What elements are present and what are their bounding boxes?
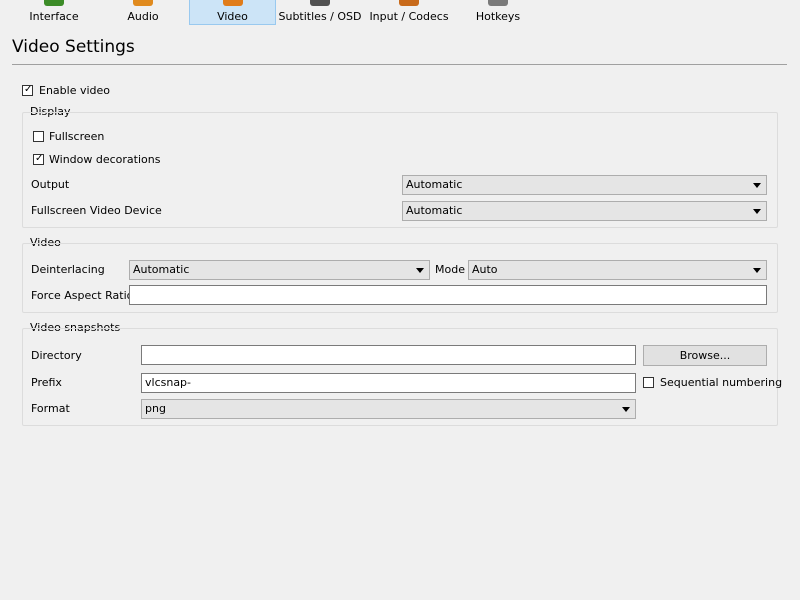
- sequential-numbering-checkbox[interactable]: [643, 377, 654, 388]
- sequential-numbering-label: Sequential numbering: [660, 376, 783, 389]
- fullscreen-label: Fullscreen: [49, 130, 105, 143]
- aspect-ratio-input[interactable]: [129, 285, 767, 305]
- tab-audio[interactable]: Audio: [100, 0, 186, 25]
- category-toolbar: Interface Audio Video Subtitles / OSD In…: [0, 0, 800, 26]
- aspect-ratio-label: Force Aspect Ratio: [31, 289, 134, 302]
- output-select[interactable]: Automatic: [402, 175, 767, 195]
- enable-video-checkbox[interactable]: ✓: [22, 85, 33, 96]
- page-title: Video Settings: [12, 37, 135, 57]
- tab-hotkeys[interactable]: Hotkeys: [456, 0, 540, 25]
- checkmark-icon: ✓: [35, 153, 44, 164]
- prefix-value: vlcsnap-: [145, 376, 192, 389]
- interface-icon: [44, 0, 64, 6]
- format-label: Format: [31, 402, 70, 415]
- output-value: Automatic: [406, 178, 463, 191]
- tab-video[interactable]: Video: [189, 0, 276, 25]
- mode-label: Mode: [435, 263, 465, 276]
- deinterlacing-label: Deinterlacing: [31, 263, 105, 276]
- input-codecs-icon: [399, 0, 419, 6]
- browse-button[interactable]: Browse...: [643, 345, 767, 366]
- deinterlacing-value: Automatic: [133, 263, 190, 276]
- directory-input[interactable]: [141, 345, 636, 365]
- chevron-down-icon: [622, 407, 630, 412]
- format-select[interactable]: png: [141, 399, 636, 419]
- tab-interface[interactable]: Interface: [10, 0, 98, 25]
- directory-label: Directory: [31, 349, 82, 362]
- hotkeys-icon: [488, 0, 508, 6]
- tab-label: Video: [217, 10, 248, 23]
- fullscreen-checkbox[interactable]: [33, 131, 44, 142]
- fullscreen-device-label: Fullscreen Video Device: [31, 204, 162, 217]
- tab-label: Audio: [127, 10, 159, 23]
- tab-label: Interface: [29, 10, 79, 23]
- subtitles-icon: [310, 0, 330, 6]
- mode-value: Auto: [472, 263, 498, 276]
- tab-label: Hotkeys: [475, 10, 521, 23]
- chevron-down-icon: [753, 183, 761, 188]
- deinterlacing-select[interactable]: Automatic: [129, 260, 430, 280]
- window-decorations-label: Window decorations: [49, 153, 161, 166]
- mode-select[interactable]: Auto: [468, 260, 767, 280]
- window-decorations-checkbox[interactable]: ✓: [33, 154, 44, 165]
- audio-icon: [133, 0, 153, 6]
- video-icon: [222, 0, 243, 6]
- tab-label: Input / Codecs: [369, 10, 449, 23]
- format-value: png: [145, 402, 166, 415]
- tab-label: Subtitles / OSD: [278, 10, 362, 23]
- enable-video-label: Enable video: [39, 84, 111, 97]
- prefix-input[interactable]: vlcsnap-: [141, 373, 636, 393]
- tab-subtitles-osd[interactable]: Subtitles / OSD: [278, 0, 362, 25]
- checkmark-icon: ✓: [24, 84, 33, 95]
- fullscreen-device-select[interactable]: Automatic: [402, 201, 767, 221]
- tab-input-codecs[interactable]: Input / Codecs: [364, 0, 454, 25]
- fullscreen-device-value: Automatic: [406, 204, 463, 217]
- title-divider: [12, 64, 787, 65]
- prefix-label: Prefix: [31, 376, 62, 389]
- chevron-down-icon: [753, 209, 761, 214]
- output-label: Output: [31, 178, 70, 191]
- chevron-down-icon: [753, 268, 761, 273]
- chevron-down-icon: [416, 268, 424, 273]
